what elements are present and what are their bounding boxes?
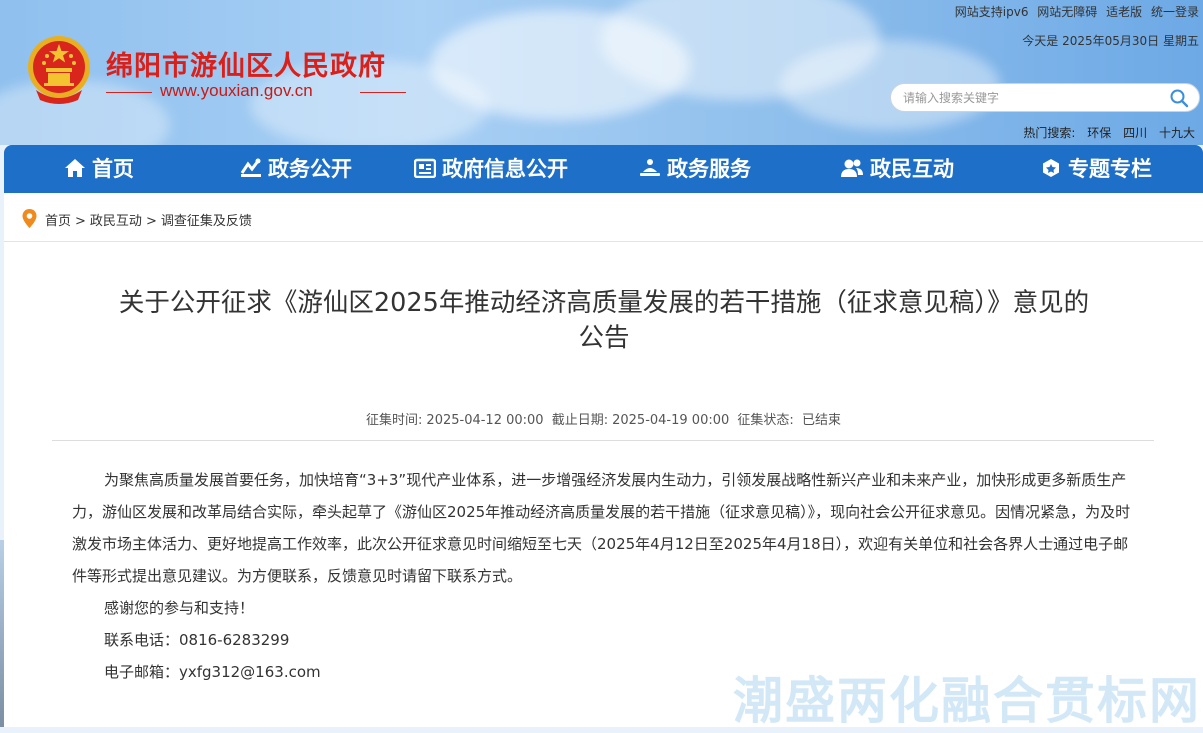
watermark-text: 潮盛两化融合贯标网	[733, 672, 1201, 730]
nav-home[interactable]: 首页	[64, 145, 134, 193]
nav-government-affairs[interactable]: 政务公开	[240, 145, 352, 193]
article-meta: 征集时间: 2025-04-12 00:00 截止日期: 2025-04-19 00…	[4, 409, 1203, 428]
site-title[interactable]: 绵阳市游仙区人民政府	[106, 44, 386, 83]
end-date-label: 截止日期:	[551, 413, 609, 428]
status-badge: 已结束	[801, 413, 841, 428]
article-title: 关于公开征求《游仙区2025年推动经济高质量发展的若干措施（征求意见稿）》意见的…	[54, 286, 1154, 356]
nav-services[interactable]: 政务服务	[639, 145, 751, 193]
search-input[interactable]	[901, 90, 1165, 106]
nav-label: 政务公开	[268, 157, 352, 181]
site-url[interactable]: www.youxian.gov.cn	[160, 81, 313, 101]
article-title-line: 公告	[578, 323, 630, 353]
hot-searches: 热门搜索: 环保 四川 十九大	[1015, 124, 1195, 141]
hot-search-item[interactable]: 四川	[1123, 126, 1147, 140]
hot-search-item[interactable]: 环保	[1087, 126, 1111, 140]
url-line-left	[106, 92, 152, 93]
breadcrumb-divider	[4, 241, 1203, 242]
chart-icon	[240, 158, 261, 177]
nav-label: 政民互动	[870, 157, 954, 181]
nav-topics[interactable]: 专题专栏	[1040, 145, 1152, 193]
nav-interaction[interactable]: 政民互动	[840, 145, 954, 193]
end-date: 2025-04-19 00:00	[612, 413, 730, 428]
nav-label: 政府信息公开	[442, 157, 568, 181]
thanks-text: 感谢您的参与和支持！	[104, 599, 255, 617]
nav-label: 政务服务	[667, 157, 751, 181]
location-pin-icon	[22, 209, 37, 228]
ipv6-link[interactable]: 网站支持ipv6	[955, 5, 1029, 19]
meta-divider	[52, 440, 1154, 441]
breadcrumb-interaction[interactable]: 政民互动	[90, 214, 142, 229]
service-icon	[640, 159, 660, 176]
url-line-right	[360, 92, 406, 93]
date-text: 今天是 2025年05月30日 星期五	[1022, 34, 1199, 48]
breadcrumb-separator: >	[75, 214, 86, 229]
breadcrumb: 首页 > 政民互动 > 调查征集及反馈	[22, 206, 252, 229]
status-label: 征集状态:	[737, 413, 794, 428]
site-url-block: www.youxian.gov.cn	[106, 81, 406, 103]
nav-label: 专题专栏	[1068, 157, 1152, 181]
breadcrumb-home[interactable]: 首页	[45, 214, 71, 229]
national-emblem-icon[interactable]	[26, 34, 92, 106]
hot-search-item[interactable]: 十九大	[1159, 126, 1195, 140]
start-time-label: 征集时间:	[366, 413, 423, 428]
main-nav: 首页 政务公开 政府信息公开 政务服务 政民互动 专题专栏	[4, 145, 1203, 193]
article-body: 为聚焦高质量发展首要任务，加快培育“3+3”现代产业体系，进一步增强经济发展内生…	[72, 464, 1136, 688]
contact-phone: 联系电话：0816-6283299	[104, 631, 290, 649]
article-title-line: 关于公开征求《游仙区2025年推动经济高质量发展的若干措施（征求意见稿）》意见的	[118, 288, 1090, 318]
document-icon	[413, 158, 437, 179]
users-icon	[841, 159, 863, 177]
badge-icon	[1043, 159, 1059, 177]
hot-search-label: 热门搜索:	[1023, 126, 1076, 140]
start-time: 2025-04-12 00:00	[426, 413, 544, 428]
top-links: 网站支持ipv6 网站无障碍 适老版 统一登录	[950, 3, 1199, 20]
article-paragraph: 为聚焦高质量发展首要任务，加快培育“3+3”现代产业体系，进一步增强经济发展内生…	[72, 471, 1131, 585]
breadcrumb-current[interactable]: 调查征集及反馈	[161, 214, 252, 229]
elder-mode-link[interactable]: 适老版	[1106, 5, 1142, 19]
nav-label: 首页	[92, 157, 134, 181]
accessibility-link[interactable]: 网站无障碍	[1037, 5, 1097, 19]
unified-login-link[interactable]: 统一登录	[1151, 5, 1199, 19]
home-icon	[65, 159, 85, 177]
search-icon[interactable]	[1169, 88, 1189, 108]
breadcrumb-separator: >	[145, 214, 157, 229]
site-header: 绵阳市游仙区人民政府 www.youxian.gov.cn 网站支持ipv6 网…	[0, 0, 1203, 145]
main-content: 首页 > 政民互动 > 调查征集及反馈 关于公开征求《游仙区2025年推动经济高质量发展…	[4, 193, 1203, 727]
nav-gov-info[interactable]: 政府信息公开	[413, 145, 568, 193]
search-box	[890, 83, 1200, 112]
